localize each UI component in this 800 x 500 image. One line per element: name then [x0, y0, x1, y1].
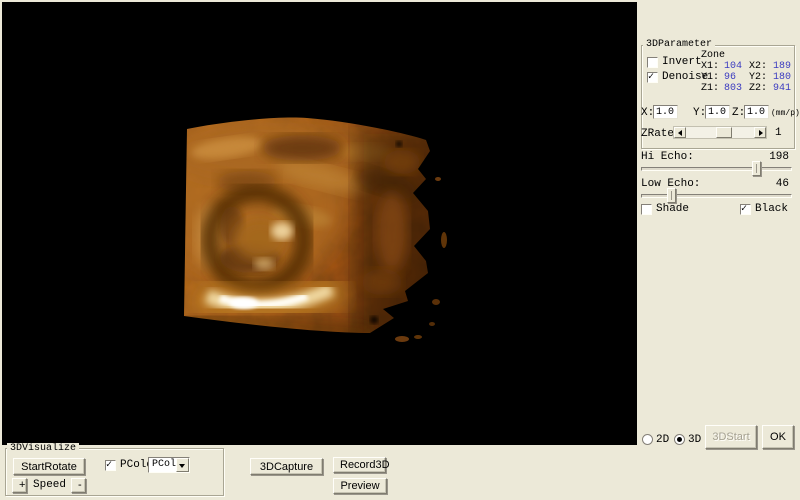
- zone-y1-value: 96: [724, 72, 736, 83]
- ok-button[interactable]: OK: [762, 425, 794, 449]
- shade-checkbox[interactable]: [641, 204, 652, 215]
- scale-z-input[interactable]: [744, 105, 769, 119]
- record-3d-button[interactable]: Record3D: [333, 457, 386, 473]
- mode-2d-label: 2D: [656, 435, 669, 446]
- capture-3d-button[interactable]: 3DCapture: [250, 458, 323, 475]
- zone-z1-value: 803: [724, 83, 742, 94]
- app-window: 3DParameter Invert Denoise Zone X1: 104 …: [0, 0, 800, 500]
- speed-label: Speed: [33, 480, 66, 491]
- zrate-label: ZRate: [641, 129, 674, 140]
- zone-x2-label: X2:: [749, 61, 767, 72]
- denoise-checkbox[interactable]: [647, 72, 658, 83]
- speed-minus-button[interactable]: -: [71, 478, 86, 493]
- zone-z1-label: Z1:: [701, 83, 719, 94]
- zone-y1-label: Y1:: [701, 72, 719, 83]
- scale-y-input[interactable]: [705, 105, 730, 119]
- zrate-right-arrow-button[interactable]: [754, 127, 766, 138]
- black-label: Black: [755, 204, 788, 215]
- zrate-thumb[interactable]: [716, 127, 732, 138]
- visualize-group-title: 3DVisualize: [7, 443, 79, 454]
- zone-y2-label: Y2:: [749, 72, 767, 83]
- scale-unit-label: (mm/p): [771, 108, 800, 119]
- zone-z2-label: Z2:: [749, 83, 767, 94]
- hi-echo-thumb[interactable]: [752, 161, 761, 176]
- hi-echo-slider[interactable]: [641, 161, 792, 177]
- chevron-down-icon: [179, 464, 185, 468]
- zone-x2-value: 189: [773, 61, 791, 72]
- mode-3d-radio[interactable]: [674, 434, 685, 445]
- shade-label: Shade: [656, 204, 689, 215]
- zone-label: Zone: [701, 50, 725, 61]
- parameter-group-title: 3DParameter: [643, 39, 715, 50]
- pcolor-dropdown[interactable]: PColor: [148, 457, 190, 473]
- parameter-panel: 3DParameter Invert Denoise Zone X1: 104 …: [637, 0, 800, 500]
- zone-z2-value: 941: [773, 83, 791, 94]
- mode-3d-label: 3D: [688, 435, 701, 446]
- arrow-right-icon: [759, 130, 763, 136]
- zone-x1-label: X1:: [701, 61, 719, 72]
- hi-echo-track: [641, 167, 792, 171]
- visualize-panel: 3DVisualize StartRotate + Speed - PColor…: [0, 445, 637, 500]
- pcolor-checkbox[interactable]: [105, 460, 116, 471]
- scale-x-input[interactable]: [653, 105, 678, 119]
- invert-label: Invert: [662, 57, 702, 68]
- low-echo-thumb[interactable]: [667, 188, 676, 203]
- start-3d-button[interactable]: 3DStart: [705, 425, 757, 449]
- speed-plus-button[interactable]: +: [12, 478, 27, 493]
- ultrasound-volume: [2, 2, 637, 445]
- arrow-left-icon: [678, 130, 682, 136]
- preview-button[interactable]: Preview: [333, 478, 387, 494]
- low-echo-track: [641, 194, 792, 198]
- render-viewport[interactable]: [2, 2, 637, 444]
- zrate-scrollbar[interactable]: [673, 126, 767, 139]
- zrate-value: 1: [775, 128, 782, 139]
- mode-2d-radio[interactable]: [642, 434, 653, 445]
- invert-checkbox[interactable]: [647, 57, 658, 68]
- low-echo-slider[interactable]: [641, 188, 792, 204]
- zone-x1-value: 104: [724, 61, 742, 72]
- black-checkbox[interactable]: [740, 204, 751, 215]
- pcolor-dropdown-button[interactable]: [176, 458, 189, 472]
- zone-y2-value: 180: [773, 72, 791, 83]
- start-rotate-button[interactable]: StartRotate: [13, 458, 85, 475]
- zrate-left-arrow-button[interactable]: [674, 127, 686, 138]
